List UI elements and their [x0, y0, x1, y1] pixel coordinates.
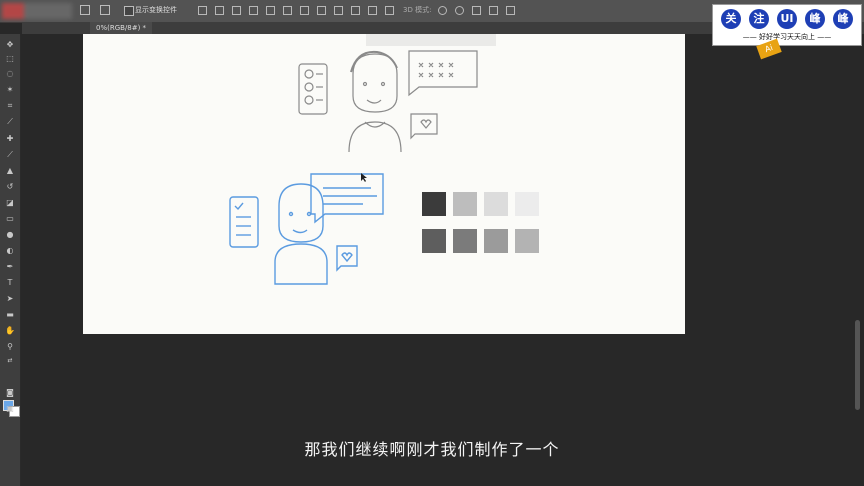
- document-tab[interactable]: 0%(RGB/8#) *: [90, 22, 153, 34]
- swatch-r1-1: [422, 192, 446, 216]
- show-transform-label: 显示变换控件: [135, 6, 177, 14]
- swatch-r2-1: [422, 229, 446, 253]
- distribute-bottom-icon[interactable]: [317, 6, 326, 15]
- swatch-r1-4: [515, 192, 539, 216]
- swatch-r2-4: [515, 229, 539, 253]
- blue-sketch: [229, 173, 384, 285]
- swatch-r1-2: [453, 192, 477, 216]
- tool-preset-icon[interactable]: [80, 5, 90, 15]
- healing-tool-icon[interactable]: ✚: [4, 134, 16, 144]
- badge-char-1: 关: [721, 9, 741, 29]
- align-hcenter-icon[interactable]: [266, 6, 275, 15]
- video-subtitle: 那我们继续啊刚才我们制作了一个: [304, 440, 560, 459]
- distribute-vcenter-icon[interactable]: [300, 6, 309, 15]
- brush-tool-icon[interactable]: ⟋: [4, 150, 16, 160]
- history-brush-tool-icon[interactable]: ↺: [4, 182, 16, 192]
- badge-char-4: 峰: [805, 9, 825, 29]
- quick-mask-icon[interactable]: ◙: [4, 388, 16, 398]
- lasso-tool-icon[interactable]: ◌: [4, 69, 16, 79]
- badge-char-5: 峰: [833, 9, 853, 29]
- blur-tool-icon[interactable]: ●: [4, 230, 16, 240]
- align-bottom-icon[interactable]: [232, 6, 241, 15]
- shape-tool-icon[interactable]: ▬: [4, 310, 16, 320]
- crop-tool-icon[interactable]: ⌗: [4, 101, 16, 111]
- distribute-top-icon[interactable]: [283, 6, 292, 15]
- path-selection-tool-icon[interactable]: ➤: [4, 294, 16, 304]
- badge-char-2: 注: [749, 9, 769, 29]
- swatch-r1-3: [484, 192, 508, 216]
- marquee-tool-icon[interactable]: ⬚: [4, 54, 16, 64]
- dodge-tool-icon[interactable]: ◐: [4, 246, 16, 256]
- badge-char-3: UI: [777, 9, 797, 29]
- 3d-pan-icon[interactable]: [472, 6, 481, 15]
- 3d-rotate-icon[interactable]: [438, 6, 447, 15]
- blue-checklist-icon: [229, 196, 259, 248]
- auto-select-icon[interactable]: [100, 5, 110, 15]
- app-logo: [2, 3, 72, 19]
- distribute-left-icon[interactable]: [334, 6, 343, 15]
- blue-body-sketch: [274, 243, 328, 285]
- distribute-hcenter-icon[interactable]: [351, 6, 360, 15]
- eyedropper-tool-icon[interactable]: ⟋: [4, 117, 16, 127]
- document-canvas[interactable]: [83, 34, 685, 334]
- 3d-mode-label: 3D 模式:: [403, 6, 432, 14]
- gray-sketch: [298, 50, 478, 153]
- eraser-tool-icon[interactable]: ◪: [4, 198, 16, 208]
- screen-mode-icon[interactable]: ▣: [4, 404, 16, 414]
- show-transform-checkbox[interactable]: [124, 6, 134, 16]
- swatch-r2-3: [484, 229, 508, 253]
- align-top-icon[interactable]: [198, 6, 207, 15]
- sketch-illustration: [229, 50, 478, 285]
- blurred-overlay-bar: [366, 34, 496, 46]
- 3d-scale-icon[interactable]: [506, 6, 515, 15]
- type-tool-icon[interactable]: T: [4, 278, 16, 288]
- blue-face-sketch: [278, 183, 324, 243]
- align-left-icon[interactable]: [249, 6, 258, 15]
- magic-wand-tool-icon[interactable]: ✶: [4, 85, 16, 95]
- 3d-slide-icon[interactable]: [489, 6, 498, 15]
- pen-tool-icon[interactable]: ✒: [4, 262, 16, 272]
- align-vcenter-icon[interactable]: [215, 6, 224, 15]
- stamp-tool-icon[interactable]: ▲: [4, 166, 16, 176]
- gradient-tool-icon[interactable]: ▭: [4, 214, 16, 224]
- auto-align-icon[interactable]: [385, 6, 394, 15]
- zoom-tool-icon[interactable]: ⚲: [4, 342, 16, 352]
- 3d-roll-icon[interactable]: [455, 6, 464, 15]
- follow-badge: 关 注 UI 峰 峰 —— 好好学习天天向上 ——: [712, 4, 862, 46]
- badge-tagline: —— 好好学习天天向上 ——: [742, 33, 832, 41]
- distribute-right-icon[interactable]: [368, 6, 377, 15]
- vertical-scrollbar[interactable]: [855, 320, 860, 410]
- tools-panel: ✥ ⬚ ◌ ✶ ⌗ ⟋ ✚ ⟋ ▲ ↺ ◪ ▭ ● ◐ ✒ T ➤ ▬ ✋ ⚲ …: [0, 34, 21, 486]
- swap-colors-icon[interactable]: ⇄: [4, 356, 16, 366]
- blue-heart-bubble: [336, 245, 358, 272]
- move-tool-icon[interactable]: ✥: [4, 40, 16, 50]
- swatch-r2-2: [453, 229, 477, 253]
- hand-tool-icon[interactable]: ✋: [4, 326, 16, 336]
